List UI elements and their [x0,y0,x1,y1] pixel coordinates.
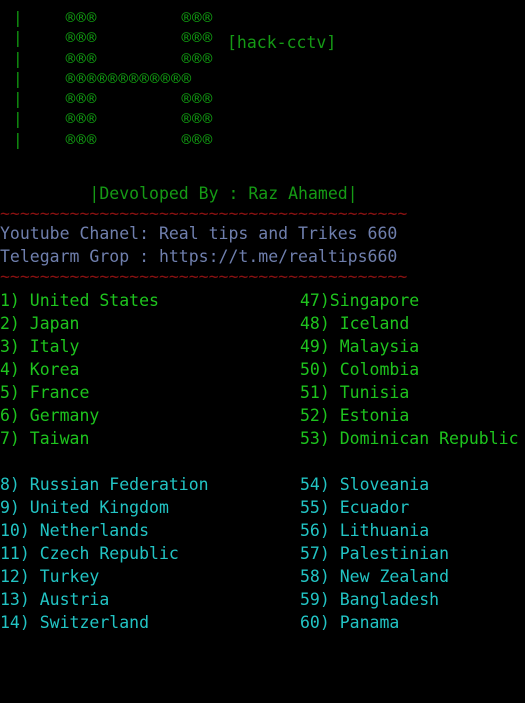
separator-line-top: ~~~~~~~~~~~~~~~~~~~~~~~~~~~~~~~~~~~~~~~~… [0,204,408,224]
country-list: 1) United States 47)Singapore 2) Japan 4… [0,289,525,634]
country-option-3[interactable]: 3) Italy [0,335,79,358]
country-option-54[interactable]: 54) Sloveania [300,473,429,496]
country-option-51[interactable]: 51) Tunisia [300,381,409,404]
country-option-7[interactable]: 7) Taiwan [0,427,89,450]
country-option-14[interactable]: 14) Switzerland [0,611,149,634]
country-row[interactable]: 3) Italy 49) Malaysia [0,335,525,358]
country-option-49[interactable]: 49) Malaysia [300,335,419,358]
country-row[interactable]: 10) Netherlands 56) Lithuania [0,519,525,542]
country-row[interactable]: 2) Japan 48) Iceland [0,312,525,335]
credits-block: |Devoloped By : Raz Ahamed| ~~~~~~~~~~~~… [0,182,525,285]
country-row[interactable]: 1) United States 47)Singapore [0,289,525,312]
country-option-58[interactable]: 58) New Zealand [300,565,449,588]
ascii-art-row: | ®®® ®®® [13,8,214,27]
country-option-9[interactable]: 9) United Kingdom [0,496,169,519]
country-row[interactable]: 11) Czech Republic 57) Palestinian [0,542,525,565]
ascii-banner: | ®®® ®®® | ®®® ®®® | ®®® ®®® | ®®®®®®®®®®®… [0,0,525,150]
ascii-art-row: | ®®® ®®® [13,129,214,149]
country-option-56[interactable]: 56) Lithuania [300,519,429,542]
list-group-spacer [0,450,525,473]
telegram-group-line: Telegarm Grop : https://t.me/realtips660 [0,247,398,267]
terminal-window: | ®®® ®®® | ®®® ®®® | ®®® ®®® | ®®®®®®®®®®®… [0,0,525,632]
country-option-11[interactable]: 11) Czech Republic [0,542,179,565]
country-option-2[interactable]: 2) Japan [0,312,79,335]
separator-line-bottom: ~~~~~~~~~~~~~~~~~~~~~~~~~~~~~~~~~~~~~~~~… [0,267,408,287]
country-option-57[interactable]: 57) Palestinian [300,542,449,565]
country-row[interactable]: 7) Taiwan 53) Dominican Republic [0,427,525,450]
ascii-art-row: | ®®®®®®®®®®®® [13,68,193,88]
ascii-art-row: | ®®® ®®® [13,89,214,109]
country-row[interactable]: 8) Russian Federation 54) Sloveania [0,473,525,496]
country-row[interactable]: 5) France 51) Tunisia [0,381,525,404]
ascii-art-row: | ®®® ®®® [13,109,214,129]
country-option-5[interactable]: 5) France [0,381,89,404]
country-row[interactable]: 4) Korea 50) Colombia [0,358,525,381]
country-option-4[interactable]: 4) Korea [0,358,79,381]
country-option-47[interactable]: 47)Singapore [300,289,419,312]
developer-credit: |Devoloped By : Raz Ahamed| [0,184,358,204]
country-option-13[interactable]: 13) Austria [0,588,109,611]
country-option-60[interactable]: 60) Panama [300,611,399,634]
country-option-1[interactable]: 1) United States [0,289,159,312]
country-option-48[interactable]: 48) Iceland [300,312,409,335]
country-row[interactable]: 9) United Kingdom 55) Ecuador [0,496,525,519]
country-row[interactable]: 13) Austria 59) Bangladesh [0,588,525,611]
app-title: [hack-cctv] [227,33,337,52]
country-option-55[interactable]: 55) Ecuador [300,496,409,519]
country-option-6[interactable]: 6) Germany [0,404,99,427]
country-row[interactable]: 12) Turkey 58) New Zealand [0,565,525,588]
country-option-10[interactable]: 10) Netherlands [0,519,149,542]
country-option-8[interactable]: 8) Russian Federation [0,473,209,496]
country-option-50[interactable]: 50) Colombia [300,358,419,381]
country-option-53[interactable]: 53) Dominican Republic [300,427,519,450]
country-row[interactable]: 14) Switzerland 60) Panama [0,611,525,634]
country-option-59[interactable]: 59) Bangladesh [300,588,439,611]
country-option-12[interactable]: 12) Turkey [0,565,99,588]
ascii-art: | ®®® ®®® | ®®® ®®® | ®®® ®®® | ®®®®®®®®®®®… [13,8,525,150]
country-option-52[interactable]: 52) Estonia [300,404,409,427]
youtube-channel-line: Youtube Chanel: Real tips and Trikes 660 [0,224,398,244]
country-row[interactable]: 6) Germany 52) Estonia [0,404,525,427]
